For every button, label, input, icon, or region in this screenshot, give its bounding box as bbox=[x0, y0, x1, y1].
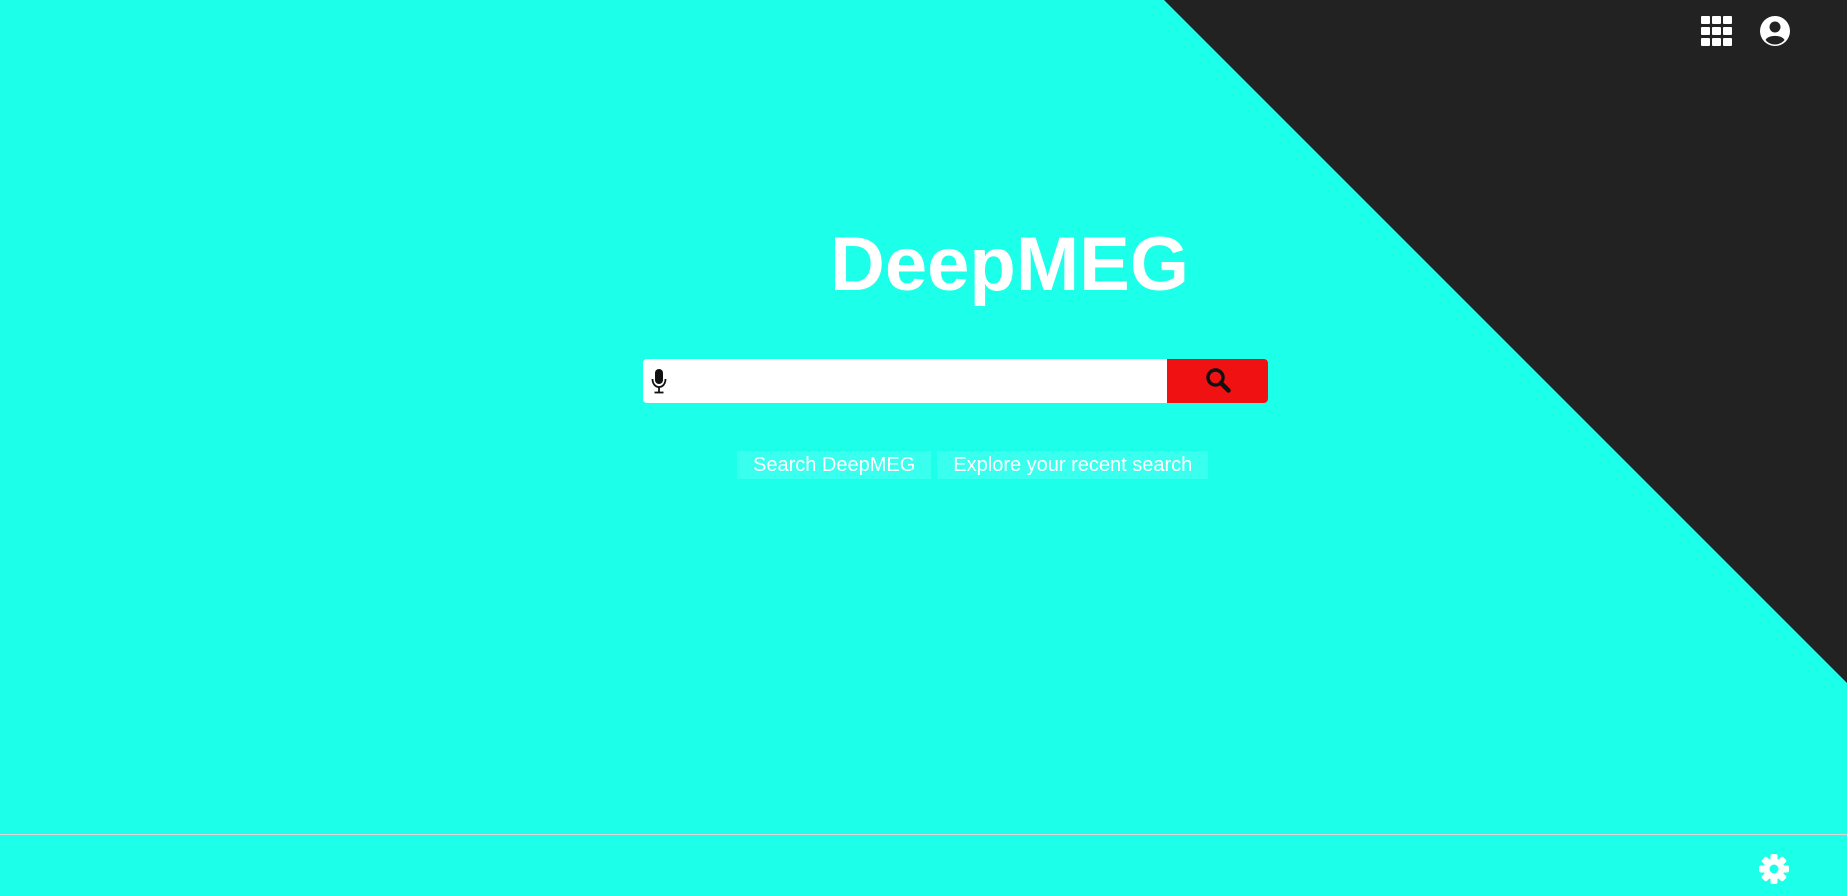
quick-links: Search DeepMEG Explore your recent searc… bbox=[737, 451, 1209, 479]
search-button[interactable] bbox=[1167, 359, 1268, 403]
page: DeepMEG Search DeepMEG Explore your rece… bbox=[0, 0, 1847, 896]
footer-divider bbox=[0, 834, 1847, 835]
search-input[interactable] bbox=[674, 359, 1167, 403]
search-icon bbox=[1205, 367, 1231, 396]
dark-corner-decoration bbox=[1164, 0, 1847, 683]
search-bar bbox=[643, 359, 1268, 403]
top-right-toolbar bbox=[1700, 14, 1792, 48]
account-circle-icon[interactable] bbox=[1758, 14, 1792, 48]
microphone-icon[interactable] bbox=[644, 359, 674, 403]
gear-icon[interactable] bbox=[1757, 852, 1791, 886]
search-deepmeg-button[interactable]: Search DeepMEG bbox=[737, 451, 932, 479]
site-logo: DeepMEG bbox=[830, 222, 1189, 307]
explore-recent-search-button[interactable]: Explore your recent search bbox=[937, 451, 1209, 479]
apps-grid-icon[interactable] bbox=[1700, 14, 1734, 48]
